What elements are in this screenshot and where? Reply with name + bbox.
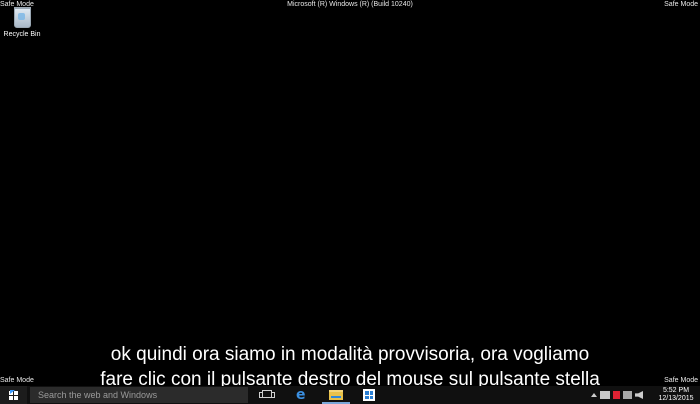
battery-icon[interactable]	[623, 391, 632, 399]
taskbar: Search the web and Windows e 5:52 PM 12/…	[0, 386, 700, 404]
clock[interactable]: 5:52 PM 12/13/2015	[656, 387, 696, 403]
recycle-bin-icon	[13, 7, 31, 28]
mouse-cursor-icon	[10, 390, 15, 394]
subtitle-line-1: ok quindi ora siamo in modalità provviso…	[110, 344, 590, 365]
action-center-alert-icon[interactable]	[613, 391, 620, 399]
build-title: Microsoft (R) Windows (R) (Build 10240)	[287, 1, 413, 8]
safe-mode-label-bottom-left: Safe Mode	[0, 377, 34, 384]
edge-icon[interactable]: e	[296, 388, 309, 402]
volume-icon[interactable]	[635, 391, 643, 399]
network-icon[interactable]	[600, 391, 610, 399]
clock-time: 5:52 PM	[662, 387, 690, 394]
task-view-icon[interactable]	[259, 390, 275, 398]
file-explorer-icon[interactable]	[329, 390, 343, 400]
system-tray	[591, 390, 647, 400]
show-hidden-icons-icon[interactable]	[591, 393, 597, 397]
recycle-bin-label: Recycle Bin	[3, 31, 41, 38]
start-button[interactable]	[0, 386, 27, 404]
search-input[interactable]: Search the web and Windows	[30, 387, 248, 403]
clock-date: 12/13/2015	[658, 395, 694, 402]
safe-mode-label-top-right: Safe Mode	[664, 1, 698, 8]
recycle-bin-shortcut[interactable]: Recycle Bin	[2, 7, 42, 38]
safe-mode-label-bottom-right: Safe Mode	[664, 377, 698, 384]
store-icon[interactable]	[363, 389, 375, 401]
